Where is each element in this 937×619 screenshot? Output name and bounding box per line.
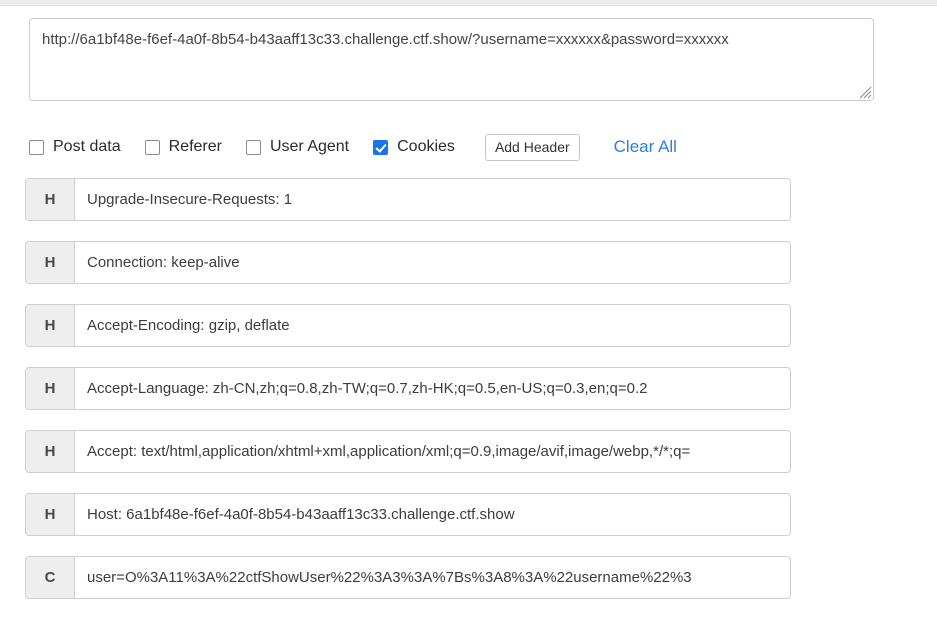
post-data-checkbox-icon[interactable] [29, 139, 44, 155]
header-row[interactable]: H Accept-Encoding: gzip, deflate [25, 304, 791, 347]
header-value-input[interactable]: Upgrade-Insecure-Requests: 1 [75, 179, 790, 220]
cookies-label: Cookies [397, 138, 455, 155]
header-row[interactable]: H Accept: text/html,application/xhtml+xm… [25, 430, 791, 473]
header-type-tag: H [26, 242, 75, 283]
header-value-input[interactable]: Connection: keep-alive [75, 242, 790, 283]
referer-label: Referer [168, 138, 222, 155]
header-type-tag: H [26, 305, 75, 346]
header-type-tag: H [26, 494, 75, 535]
headers-list: H Upgrade-Insecure-Requests: 1 H Connect… [25, 178, 791, 619]
header-value-input[interactable]: Host: 6a1bf48e-f6ef-4a0f-8b54-b43aaff13c… [75, 494, 790, 535]
checkbox-post-data[interactable]: Post data [29, 138, 121, 156]
header-row[interactable]: H Host: 6a1bf48e-f6ef-4a0f-8b54-b43aaff1… [25, 493, 791, 536]
checkbox-referer[interactable]: Referer [144, 138, 222, 156]
header-row[interactable]: H Upgrade-Insecure-Requests: 1 [25, 178, 791, 221]
post-data-label: Post data [53, 138, 121, 155]
header-row[interactable]: H Accept-Language: zh-CN,zh;q=0.8,zh-TW;… [25, 367, 791, 410]
user-agent-checkbox-icon[interactable] [245, 139, 261, 155]
header-type-tag: H [26, 179, 75, 220]
header-value-input[interactable]: Accept-Encoding: gzip, deflate [75, 305, 790, 346]
checkbox-user-agent[interactable]: User Agent [245, 138, 350, 156]
header-value-input[interactable]: Accept: text/html,application/xhtml+xml,… [75, 431, 790, 472]
checkbox-cookies[interactable]: Cookies [373, 138, 455, 156]
referer-checkbox-icon[interactable] [144, 139, 160, 155]
cookie-row[interactable]: C user=O%3A11%3A%22ctfShowUser%22%3A3%3A… [25, 556, 791, 599]
clear-all-link[interactable]: Clear All [614, 137, 677, 157]
header-row[interactable]: H Connection: keep-alive [25, 241, 791, 284]
user-agent-label: User Agent [269, 138, 350, 155]
header-value-input[interactable]: Accept-Language: zh-CN,zh;q=0.8,zh-TW;q=… [75, 368, 790, 409]
header-type-tag: H [26, 431, 75, 472]
request-options-row: Post data Referer User Agent Cookies Add… [29, 130, 889, 164]
url-textarea-container [29, 18, 874, 101]
cookies-checkbox-icon[interactable] [373, 139, 389, 155]
header-type-tag: H [26, 368, 75, 409]
url-input[interactable] [29, 18, 874, 101]
viewport-top-strip [0, 0, 937, 6]
add-header-button[interactable]: Add Header [484, 133, 580, 161]
